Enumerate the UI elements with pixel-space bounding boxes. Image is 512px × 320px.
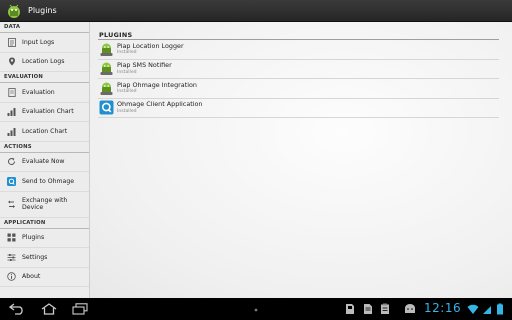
sidebar-item-location-chart[interactable]: Location Chart xyxy=(0,122,89,142)
sidebar-item-label: Location Chart xyxy=(22,127,68,135)
sidebar-item-label: Plugins xyxy=(22,234,45,242)
sidebar-item-label: Send to Ohmage xyxy=(22,177,75,185)
sidebar-item-evaluation-chart[interactable]: Evaluation Chart xyxy=(0,103,89,122)
plugin-list-item[interactable]: Piap Ohmage Integration Installed xyxy=(98,79,499,99)
bar-chart-icon xyxy=(7,127,16,136)
home-button[interactable] xyxy=(41,301,57,317)
sidebar-item-input-logs[interactable]: Input Logs xyxy=(0,33,89,53)
action-bar: Plugins xyxy=(0,0,512,22)
sidebar-item-evaluate-now[interactable]: Evaluate Now xyxy=(0,153,89,172)
signal-icon xyxy=(483,306,491,314)
wifi-icon xyxy=(467,304,479,314)
battery-icon xyxy=(497,303,503,315)
sidebar-item-label: Location Logs xyxy=(22,58,65,66)
sidebar-item-exchange-with-device[interactable]: Exchange with Device xyxy=(0,192,89,218)
exchange-icon xyxy=(7,200,16,209)
menu-dot-icon[interactable] xyxy=(248,302,264,318)
info-icon xyxy=(7,272,16,281)
sidebar: DATA Input Logs Location Logs EVALUATION… xyxy=(0,22,90,298)
sidebar-item-label: Input Logs xyxy=(22,38,55,46)
plugin-name: Ohmage Client Application xyxy=(117,100,203,108)
plugin-list-item[interactable]: Ohmage Client Application Installed xyxy=(98,99,499,118)
plugin-name: Piap SMS Notifier xyxy=(117,61,172,69)
section-header-evaluation: EVALUATION xyxy=(0,72,89,83)
recent-apps-button[interactable] xyxy=(72,301,88,317)
sidebar-item-send-to-ohmage[interactable]: Send to Ohmage xyxy=(0,172,89,192)
refresh-icon xyxy=(7,157,16,166)
content-area: DATA Input Logs Location Logs EVALUATION… xyxy=(0,22,512,298)
android-plugin-icon xyxy=(99,61,114,76)
sidebar-item-label: Settings xyxy=(22,253,48,261)
sidebar-item-evaluation[interactable]: Evaluation xyxy=(0,83,89,103)
android-debug-icon xyxy=(405,304,415,313)
app-logo-icon[interactable] xyxy=(5,2,23,20)
clock[interactable]: 12:16 xyxy=(424,301,461,315)
document-icon xyxy=(7,87,16,97)
back-button[interactable] xyxy=(9,301,25,317)
bar-chart-icon xyxy=(7,107,16,117)
plugin-list-item[interactable]: Piap SMS Notifier Installed xyxy=(98,60,499,79)
sidebar-item-plugins[interactable]: Plugins xyxy=(0,229,89,248)
sidebar-item-settings[interactable]: Settings xyxy=(0,248,89,268)
plugin-list-item[interactable]: Piap Location Logger Installed xyxy=(98,40,499,60)
section-title: PLUGINS xyxy=(98,30,499,40)
sidebar-item-about[interactable]: About xyxy=(0,268,89,287)
sidebar-item-label: About xyxy=(22,273,41,281)
plugin-status: Installed xyxy=(117,108,137,114)
page-title: Plugins xyxy=(28,6,57,15)
ohmage-app-icon xyxy=(99,100,114,115)
sidebar-item-location-logs[interactable]: Location Logs xyxy=(0,53,89,72)
ohmage-icon xyxy=(7,176,16,186)
sd-card-icon xyxy=(346,304,354,314)
section-header-data: DATA xyxy=(0,22,89,33)
section-header-actions: ACTIONS xyxy=(0,142,89,153)
document-notification-icon xyxy=(364,304,372,314)
plugin-name: Piap Location Logger xyxy=(117,41,184,50)
system-bar: 12:16 xyxy=(0,298,512,320)
android-plugin-icon xyxy=(99,42,114,57)
plugin-status: Installed xyxy=(117,50,137,55)
section-header-application: APPLICATION xyxy=(0,218,89,229)
plugin-name: Piap Ohmage Integration xyxy=(117,80,197,89)
sidebar-item-label: Evaluation xyxy=(22,88,55,96)
sidebar-item-label: Exchange with Device xyxy=(22,197,68,211)
plugin-status: Installed xyxy=(117,69,137,75)
sidebar-item-label: Evaluate Now xyxy=(22,158,65,166)
list-icon xyxy=(7,37,16,47)
android-plugin-icon xyxy=(99,81,114,96)
sidebar-item-label: Evaluation Chart xyxy=(22,108,74,116)
grid-icon xyxy=(7,233,16,242)
plugins-panel: PLUGINS Piap Location Logger Installed P… xyxy=(90,22,512,298)
map-pin-icon xyxy=(7,57,16,66)
plugin-status: Installed xyxy=(117,89,137,94)
clipboard-notification-icon xyxy=(381,303,389,314)
sliders-icon xyxy=(7,253,16,262)
